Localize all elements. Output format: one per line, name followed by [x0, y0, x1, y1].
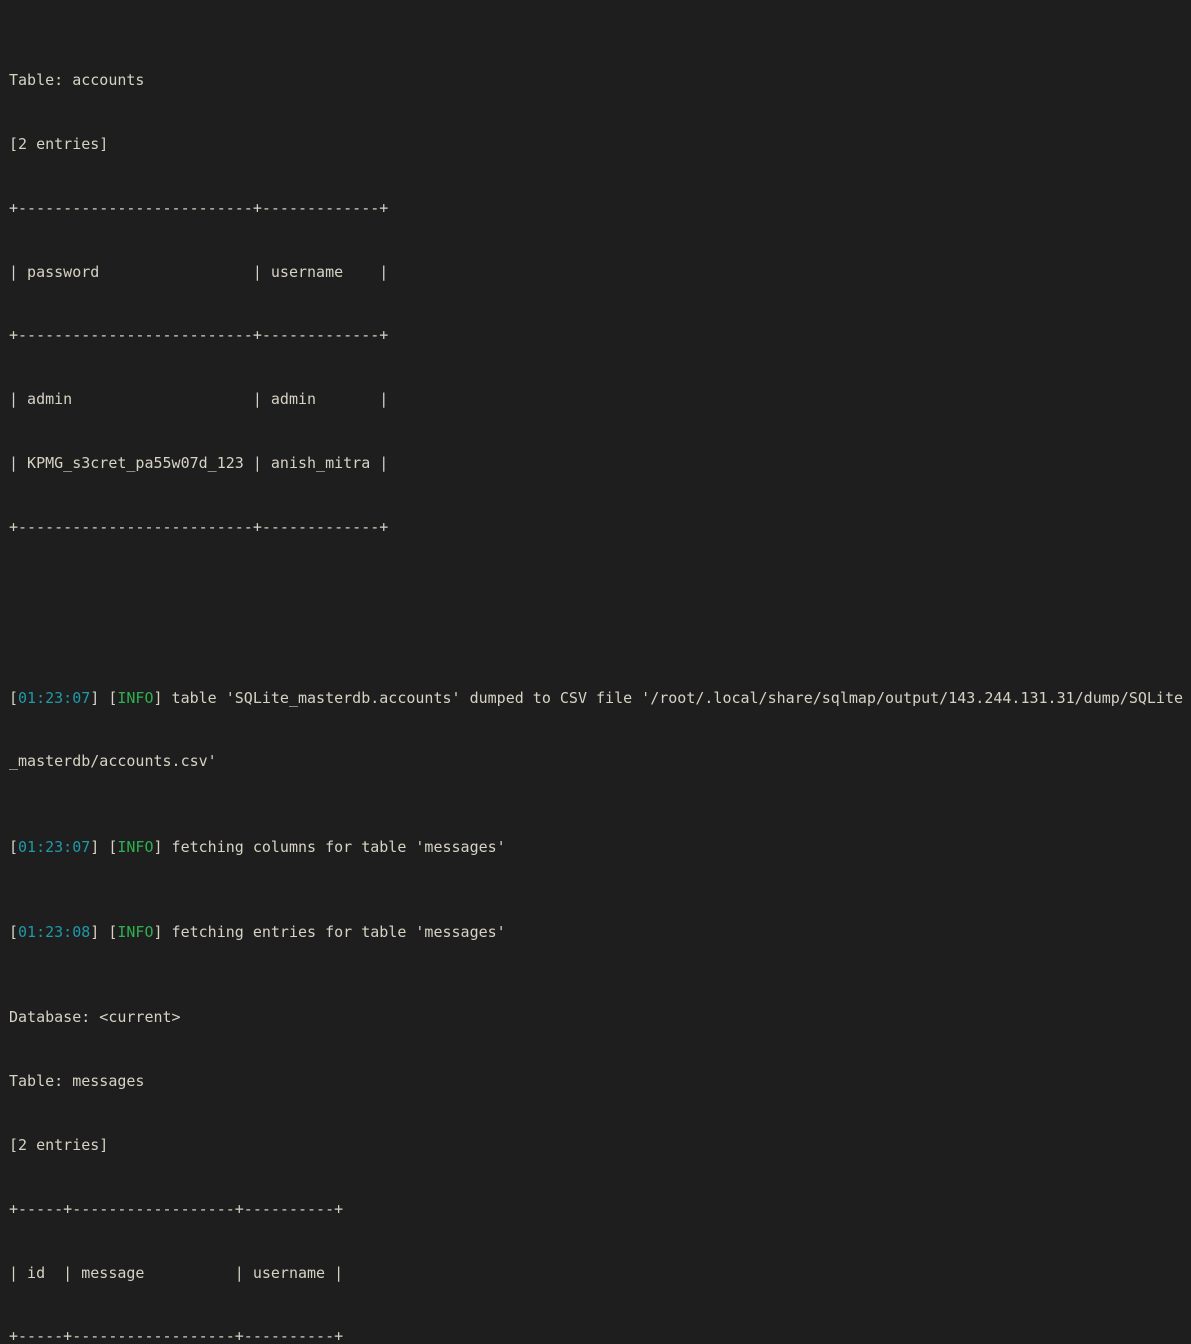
accounts-table-header-row-text: | password | username | [9, 262, 389, 281]
messages-table-label-text: Table: messages [9, 1071, 145, 1090]
messages-table-border-top: +-----+------------------+----------+ [9, 1199, 1191, 1220]
bracket-close: ] [153, 688, 163, 707]
messages-entries-count-text: [2 entries] [9, 1135, 109, 1154]
accounts-table-border-top-text: +--------------------------+------------… [9, 198, 389, 217]
accounts-table-row-1-text: | admin | admin | [9, 390, 389, 409]
table-row: | KPMG_s3cret_pa55w07d_123 | anish_mitra… [9, 453, 1191, 474]
accounts-entries-count-text: [2 entries] [9, 134, 109, 153]
log-line-fetching-columns: [01:23:07] [INFO] fetching columns for t… [9, 837, 1191, 858]
accounts-table-border-mid: +--------------------------+------------… [9, 325, 1191, 346]
accounts-table-row-2-text: | KPMG_s3cret_pa55w07d_123 | anish_mitra… [9, 454, 389, 473]
log-timestamp: 01:23:08 [18, 922, 91, 941]
messages-table-header-row-text: | id | message | username | [9, 1263, 344, 1282]
bracket-close: ] [153, 922, 163, 941]
accounts-table-border-bottom-text: +--------------------------+------------… [9, 518, 389, 537]
bracket-close: ] [90, 922, 100, 941]
log-level-badge: INFO [117, 837, 154, 856]
log-message: table 'SQLite_masterdb.accounts' dumped … [162, 688, 1184, 707]
accounts-table-label: Table: accounts [9, 70, 1191, 91]
messages-table-header-row: | id | message | username | [9, 1263, 1191, 1284]
bracket-open: [ [108, 837, 118, 856]
bracket-close: ] [153, 837, 163, 856]
bracket-close: ] [90, 688, 100, 707]
log-line-accounts-dumped: [01:23:07] [INFO] table 'SQLite_masterdb… [9, 688, 1191, 709]
accounts-table-label-text: Table: accounts [9, 70, 145, 89]
messages-table-border-mid-text: +-----+------------------+----------+ [9, 1327, 344, 1344]
accounts-table-border-bottom: +--------------------------+------------… [9, 517, 1191, 538]
log-level-badge: INFO [117, 922, 154, 941]
accounts-table-border-mid-text: +--------------------------+------------… [9, 326, 389, 345]
accounts-table-header-row: | password | username | [9, 262, 1191, 283]
messages-entries-count: [2 entries] [9, 1135, 1191, 1156]
log-message: fetching entries for table 'messages' [162, 922, 506, 941]
bracket-open: [ [9, 837, 19, 856]
messages-table-border-top-text: +-----+------------------+----------+ [9, 1199, 344, 1218]
log-message: fetching columns for table 'messages' [162, 837, 506, 856]
log-line-fetching-entries: [01:23:08] [INFO] fetching entries for t… [9, 922, 1191, 943]
accounts-table-border-top: +--------------------------+------------… [9, 198, 1191, 219]
log-timestamp: 01:23:07 [18, 688, 91, 707]
table-row: | admin | admin | [9, 389, 1191, 410]
bracket-close: ] [90, 837, 100, 856]
messages-table-border-mid: +-----+------------------+----------+ [9, 1326, 1191, 1344]
bracket-open: [ [9, 922, 19, 941]
bracket-open: [ [9, 688, 19, 707]
log-message-continuation: _masterdb/accounts.csv' [9, 752, 217, 771]
log-level-badge: INFO [117, 688, 154, 707]
bracket-open: [ [108, 688, 118, 707]
accounts-entries-count: [2 entries] [9, 134, 1191, 155]
messages-table-label: Table: messages [9, 1071, 1191, 1092]
messages-database-label-text: Database: <current> [9, 1007, 181, 1026]
terminal-output-pane[interactable]: Table: accounts [2 entries] +-----------… [0, 0, 1191, 1344]
messages-database-label: Database: <current> [9, 1007, 1191, 1028]
log-timestamp: 01:23:07 [18, 837, 91, 856]
log-line-accounts-dumped-wrap: _masterdb/accounts.csv' [9, 751, 1191, 772]
bracket-open: [ [108, 922, 118, 941]
